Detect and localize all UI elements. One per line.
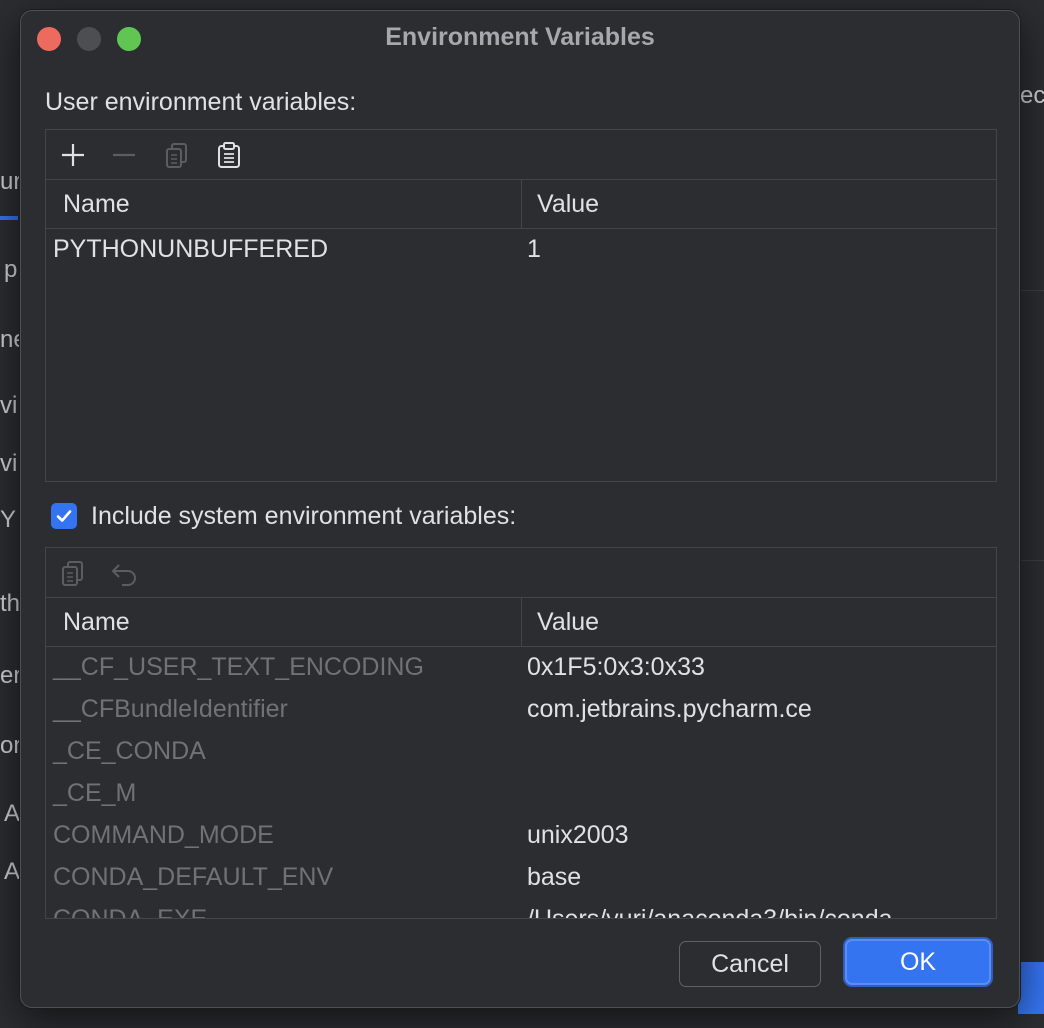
- include-system-variables-toggle[interactable]: Include system environment variables:: [51, 501, 516, 531]
- variable-value: unix2003: [527, 821, 629, 849]
- background-fragment: Y: [0, 506, 17, 533]
- variable-name: CONDA_EXE: [53, 905, 208, 919]
- user-table-header: Name Value: [46, 180, 996, 229]
- system-table-body: __CF_USER_TEXT_ENCODING 0x1F5:0x3:0x33 _…: [46, 647, 996, 919]
- background-fragment: A: [4, 858, 21, 885]
- copy-icon[interactable]: [162, 140, 192, 170]
- checkmark-icon: [56, 510, 72, 522]
- cancel-button[interactable]: Cancel: [679, 941, 821, 987]
- column-header-value[interactable]: Value: [537, 608, 599, 637]
- variable-name: CONDA_DEFAULT_ENV: [53, 863, 334, 891]
- background-fragment: er: [0, 662, 22, 689]
- variable-value: /Users/yuri/anaconda3/bin/conda: [527, 905, 893, 919]
- ok-button[interactable]: OK: [845, 939, 991, 985]
- user-table-body: PYTHONUNBUFFERED 1: [46, 229, 996, 271]
- variable-name: PYTHONUNBUFFERED: [53, 235, 329, 263]
- remove-icon[interactable]: [109, 140, 139, 170]
- background-fragment: vi: [0, 392, 18, 419]
- variable-name: COMMAND_MODE: [53, 821, 274, 849]
- table-row[interactable]: CONDA_DEFAULT_ENV base: [46, 857, 996, 899]
- background-fragment: ec: [1020, 82, 1044, 109]
- table-row[interactable]: _CE_CONDA: [46, 731, 996, 773]
- variable-name: _CE_CONDA: [53, 737, 206, 765]
- system-variables-panel: Name Value __CF_USER_TEXT_ENCODING 0x1F5…: [45, 547, 997, 919]
- column-header-value[interactable]: Value: [537, 190, 599, 219]
- include-system-label: Include system environment variables:: [91, 501, 517, 530]
- paste-icon[interactable]: [214, 140, 244, 170]
- table-row[interactable]: CONDA_EXE /Users/yuri/anaconda3/bin/cond…: [46, 899, 996, 919]
- column-divider[interactable]: [521, 598, 522, 646]
- background-fragment: A: [4, 800, 21, 827]
- user-variables-label: User environment variables:: [45, 88, 357, 116]
- system-table-header: Name Value: [46, 598, 996, 647]
- variable-name: _CE_M: [53, 779, 137, 807]
- user-variables-toolbar: [46, 130, 996, 180]
- background-divider: [1020, 560, 1044, 561]
- table-row[interactable]: __CF_USER_TEXT_ENCODING 0x1F5:0x3:0x33: [46, 647, 996, 689]
- variable-name: __CF_USER_TEXT_ENCODING: [53, 653, 424, 681]
- table-row[interactable]: __CFBundleIdentifier com.jetbrains.pycha…: [46, 689, 996, 731]
- column-header-name[interactable]: Name: [63, 190, 130, 219]
- variable-value: 1: [527, 235, 541, 263]
- variable-value: base: [527, 863, 582, 891]
- table-row[interactable]: PYTHONUNBUFFERED 1: [46, 229, 996, 271]
- background-button: [1018, 962, 1044, 1014]
- user-variables-panel: Name Value PYTHONUNBUFFERED 1: [45, 129, 997, 482]
- add-icon[interactable]: [58, 140, 88, 170]
- column-header-name[interactable]: Name: [63, 608, 130, 637]
- environment-variables-dialog: Environment Variables User environment v…: [20, 10, 1020, 1008]
- table-row[interactable]: COMMAND_MODE unix2003: [46, 815, 996, 857]
- variable-value: com.jetbrains.pycharm.ce: [527, 695, 812, 723]
- variable-name: __CFBundleIdentifier: [53, 695, 288, 723]
- include-system-checkbox[interactable]: [51, 503, 77, 529]
- background-fragment: ur: [0, 168, 22, 195]
- table-row[interactable]: _CE_M: [46, 773, 996, 815]
- column-divider[interactable]: [521, 180, 522, 228]
- background-tab-indicator: [0, 216, 18, 220]
- undo-icon[interactable]: [110, 558, 140, 588]
- system-variables-toolbar: [46, 548, 996, 598]
- background-divider: [1020, 290, 1044, 291]
- copy-icon[interactable]: [58, 558, 88, 588]
- variable-value: 0x1F5:0x3:0x33: [527, 653, 705, 681]
- background-fragment: vi: [0, 450, 18, 477]
- dialog-title: Environment Variables: [385, 23, 655, 51]
- background-fragment: th: [0, 590, 21, 617]
- background-fragment: p: [4, 256, 18, 283]
